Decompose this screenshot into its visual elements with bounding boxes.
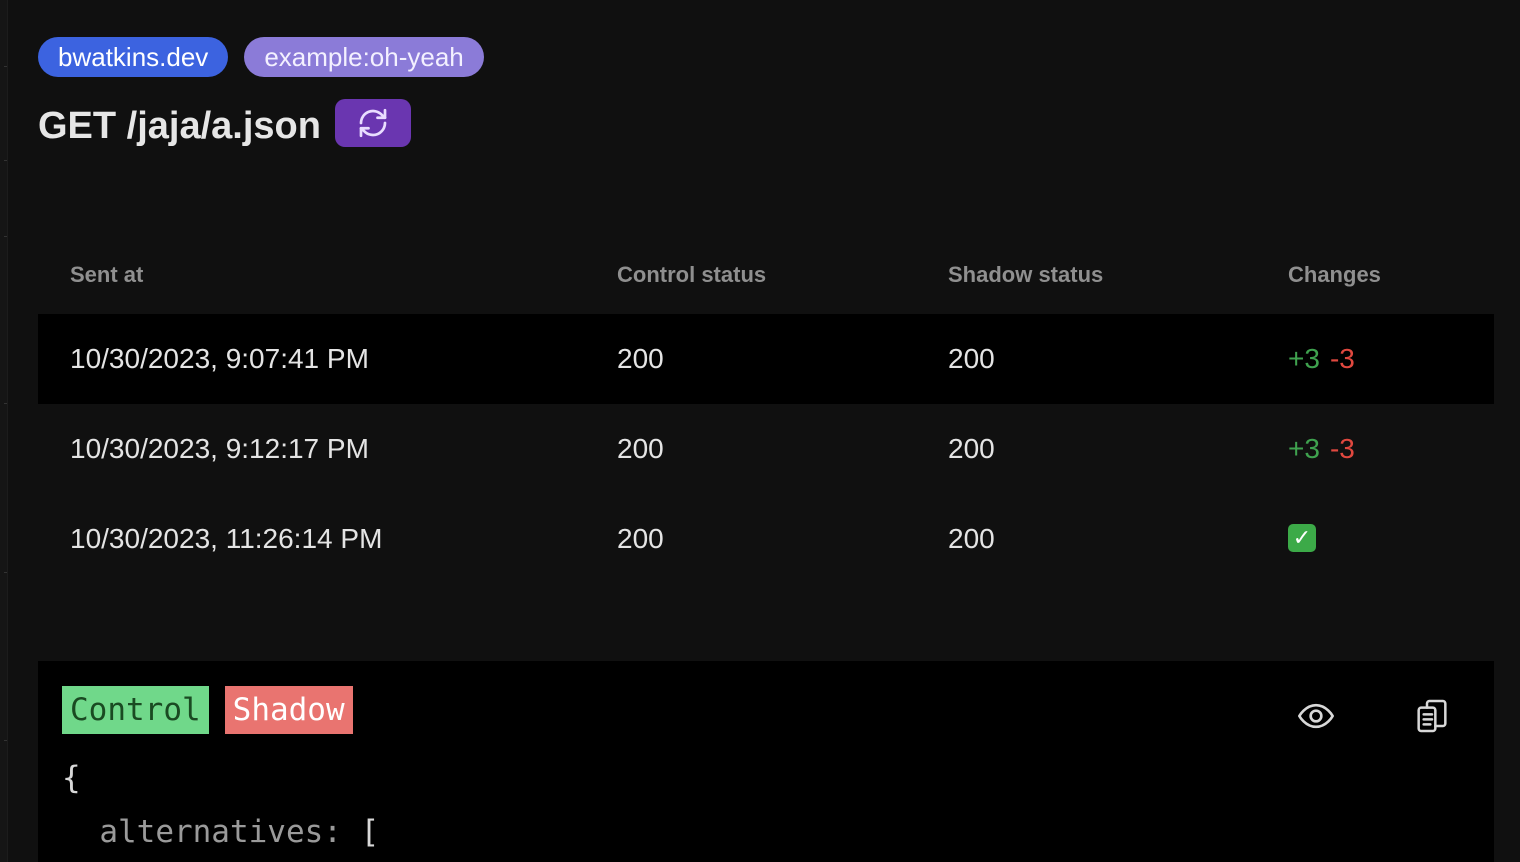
header-changes[interactable]: Changes (1288, 262, 1381, 288)
sidebar-tick (4, 740, 7, 741)
shadow-status-cell: 200 (948, 523, 995, 554)
sent-at-cell: 10/30/2023, 11:26:14 PM (70, 523, 383, 554)
refresh-icon (359, 108, 387, 138)
requests-table: Sent at Control status Shadow status Cha… (38, 232, 1494, 584)
header-shadow-status[interactable]: Shadow status (948, 262, 1103, 288)
copy-button[interactable] (1412, 696, 1452, 736)
eye-button[interactable] (1296, 696, 1336, 736)
sidebar-tick (4, 160, 7, 161)
code-bracket: [ (341, 814, 380, 850)
changes-cell: +3 -3 (1288, 314, 1355, 404)
added-count: +3 (1288, 343, 1320, 374)
left-sidebar-edge (0, 0, 8, 862)
sent-at-cell: 10/30/2023, 9:07:41 PM (70, 343, 369, 374)
table-row[interactable]: 10/30/2023, 9:07:41 PM 200 200 +3 -3 (38, 314, 1494, 404)
diff-panel: Control Shadow { alternatives: [ (38, 661, 1494, 862)
sidebar-tick (4, 572, 7, 573)
removed-count: -3 (1329, 433, 1355, 464)
experiment-tag[interactable]: example:oh-yeah (244, 37, 484, 77)
header-sent-at[interactable]: Sent at (70, 262, 143, 288)
diff-legend: Control Shadow (62, 686, 353, 734)
sidebar-tick (4, 66, 7, 67)
header-control-status[interactable]: Control status (617, 262, 766, 288)
title-row: GET /jaja/a.json (38, 97, 411, 155)
shadow-status-cell: 200 (948, 433, 995, 464)
diff-code: { alternatives: [ (62, 751, 379, 859)
added-count: +3 (1288, 433, 1320, 464)
legend-shadow: Shadow (224, 686, 353, 734)
page: bwatkins.dev example:oh-yeah GET /jaja/a… (0, 0, 1520, 862)
sent-at-cell: 10/30/2023, 9:12:17 PM (70, 433, 369, 464)
page-title: GET /jaja/a.json (38, 105, 321, 147)
tag-list: bwatkins.dev example:oh-yeah (38, 37, 484, 77)
shadow-status-cell: 200 (948, 343, 995, 374)
code-line-1: { (62, 760, 81, 796)
removed-count: -3 (1329, 343, 1355, 374)
sidebar-tick (4, 236, 7, 237)
control-status-cell: 200 (617, 433, 664, 464)
table-header: Sent at Control status Shadow status Cha… (38, 232, 1494, 314)
changes-cell: ✓ (1288, 494, 1316, 584)
eye-icon (1298, 703, 1334, 729)
copy-icon (1417, 699, 1447, 733)
legend-control: Control (62, 686, 209, 734)
control-status-cell: 200 (617, 523, 664, 554)
host-tag[interactable]: bwatkins.dev (38, 37, 229, 77)
control-status-cell: 200 (617, 343, 664, 374)
code-key-alternatives: alternatives: (99, 814, 342, 850)
sidebar-tick (4, 403, 7, 404)
changes-cell: +3 -3 (1288, 404, 1355, 494)
table-row[interactable]: 10/30/2023, 11:26:14 PM 200 200 ✓ (38, 494, 1494, 584)
table-row[interactable]: 10/30/2023, 9:12:17 PM 200 200 +3 -3 (38, 404, 1494, 494)
refresh-button[interactable] (334, 99, 411, 147)
check-mark-icon: ✓ (1288, 523, 1316, 552)
